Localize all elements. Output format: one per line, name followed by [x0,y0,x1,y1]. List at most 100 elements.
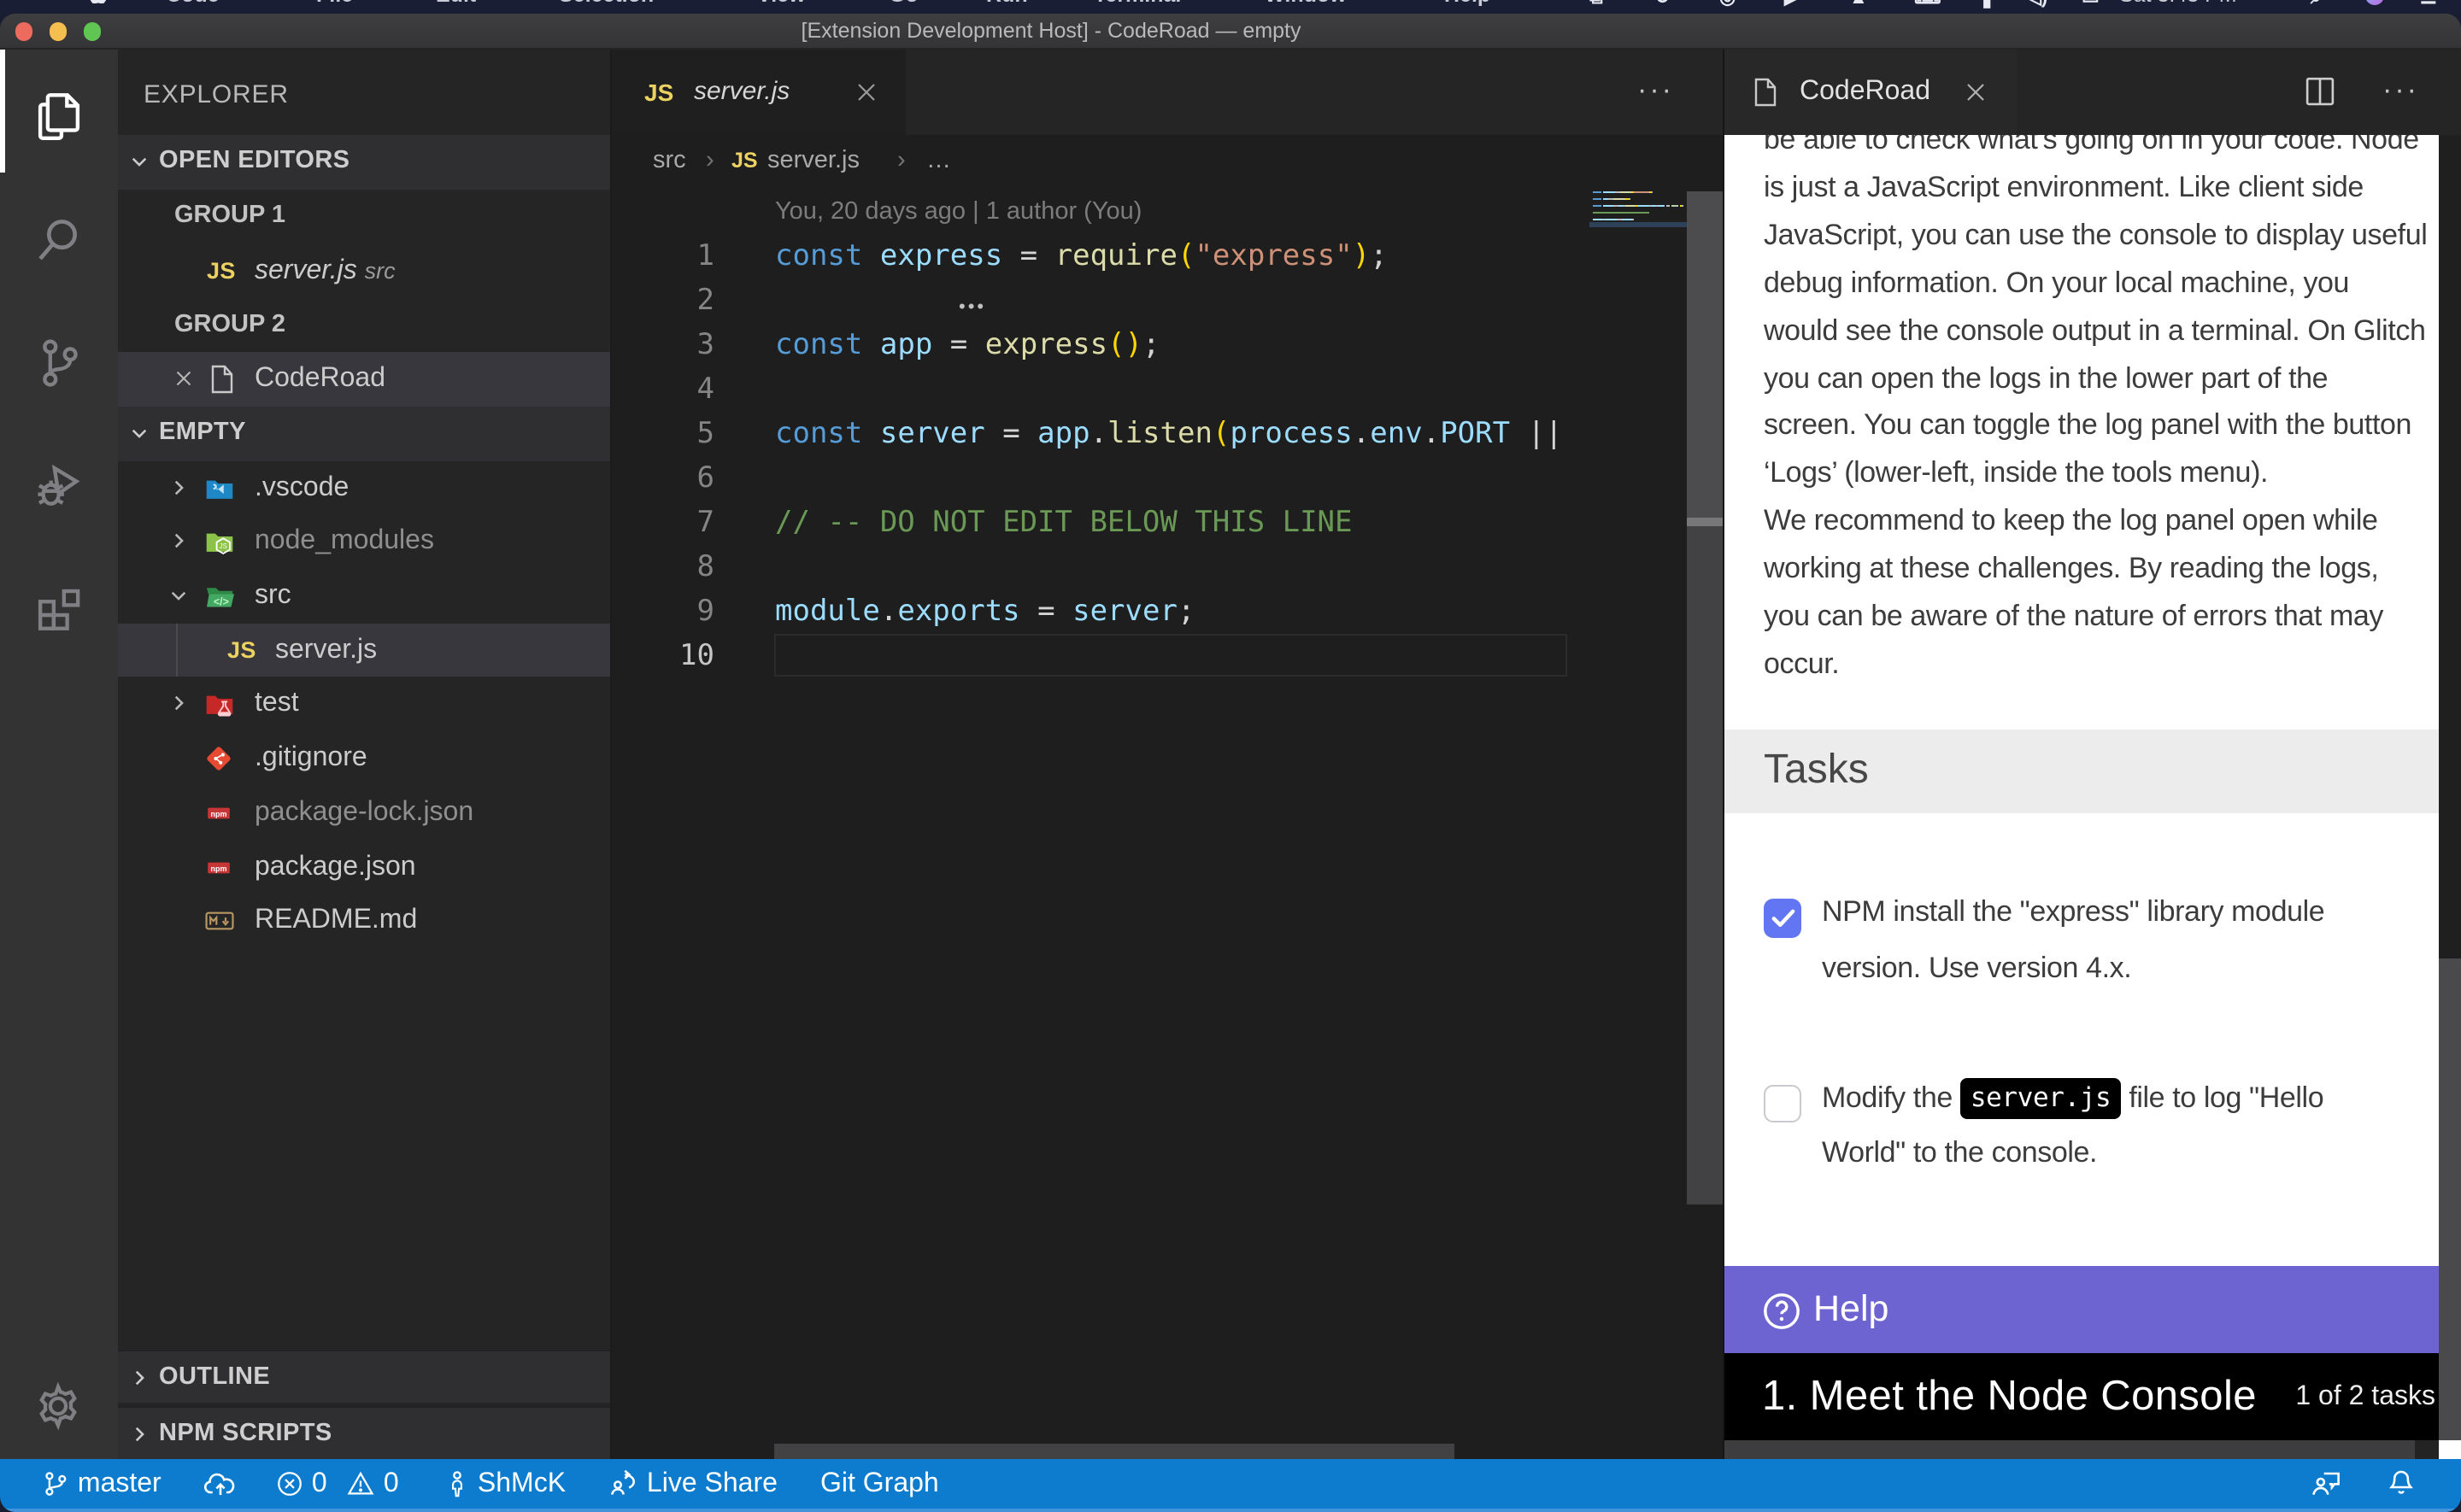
breadcrumb-folder[interactable]: src [653,135,686,188]
split-editor-button[interactable] [2302,73,2338,118]
spotlight-icon[interactable]: ⌕ [2311,0,2321,14]
refresh-circle-icon[interactable]: ↻ [1654,0,1670,14]
tree-item-package-json[interactable]: npmpackage.json [118,840,610,894]
traffic-zoom-button[interactable] [83,22,101,40]
close-editor-icon[interactable] [171,366,198,393]
tab-coderoad[interactable]: CodeRoad [1724,50,2016,135]
scroll-thumb-top[interactable] [1687,190,1722,518]
minimap[interactable] [1589,188,1687,1459]
traffic-close-button[interactable] [15,22,32,40]
task-checkbox-unchecked[interactable] [1763,1084,1801,1122]
webview-vertical-scrollbar[interactable] [2439,135,2461,1440]
activity-item-settings[interactable] [0,1345,118,1468]
line-number: 5 [646,412,714,456]
activity-item-explorer[interactable] [0,55,118,178]
src-folder-icon: </> [205,583,236,610]
section-header-npm-scripts[interactable]: NPM SCRIPTS [118,1405,610,1459]
menu-item-window[interactable]: Window [1265,0,1347,10]
status-item-bell[interactable] [2386,1459,2417,1509]
volume-icon[interactable]: ◁) [2027,0,2047,14]
play-icon[interactable]: ▶ [1784,0,1799,14]
tab-close-icon[interactable] [1962,79,1989,106]
control-center-icon[interactable]: ☰ [2420,0,2437,14]
dictation-icon[interactable]: ❚ [1979,0,1994,14]
webview-horizontal-scrollbar[interactable] [1724,1440,2439,1459]
status-item-0[interactable]: 0 [345,1459,399,1509]
activity-item-search[interactable] [0,178,118,301]
menu-item-go[interactable]: Go [889,0,919,10]
svg-text:</>: </> [214,595,229,607]
section-header-empty[interactable]: EMPTY [118,407,610,460]
code-area[interactable]: You, 20 days ago | 1 author (You)1const … [612,188,1724,1459]
tree-item-server-js[interactable]: JSserver.js [118,623,610,677]
window-stack-icon[interactable]: ⧉ [1589,0,1603,14]
record-circle-icon[interactable]: ◎ [1719,0,1736,14]
keyboard-icon[interactable]: ⌨ [1914,0,1941,14]
tree-item-node-modules[interactable]: JSnode_modules [118,515,610,569]
lesson-bar[interactable]: 1. Meet the Node Console 1 of 2 tasks [1724,1353,2461,1440]
webview-horizontal-scrollbar-thumb[interactable] [1724,1440,2415,1459]
menu-item-view[interactable]: View [757,0,806,10]
siri-icon[interactable] [2365,0,2384,14]
open-editor-item-coderoad[interactable]: CodeRoad [118,352,610,406]
tab-server-js[interactable]: JSserver.js [612,50,905,135]
status-item-live-share[interactable]: Live Share [607,1459,778,1509]
breadcrumb-file[interactable]: server.js [767,135,860,188]
tree-item--gitignore[interactable]: .gitignore [118,731,610,785]
menu-item-file[interactable]: File [316,0,353,10]
panel-actions-more[interactable]: ··· [2382,50,2419,135]
git-branch-icon [41,1468,70,1497]
status-item-0[interactable]: 0 [275,1459,327,1509]
open-editor-item-server.js[interactable]: JSserver.js src [118,244,610,298]
lesson-paragraph-2: We recommend to keep the log panel open … [1764,498,2428,689]
section-header-open-editors[interactable]: OPEN EDITORS [118,136,610,190]
explorer-icon [29,87,89,147]
status-item-shmck[interactable]: ShMcK [444,1459,566,1509]
help-button[interactable]: Help [1724,1266,2461,1353]
status-item-git-graph[interactable]: Git Graph [820,1459,939,1509]
breadcrumbs[interactable]: src›JSserver.js›… [612,135,1724,188]
line-number: 9 [646,589,714,634]
tree-label: node_modules [255,515,434,569]
menu-item-selection[interactable]: Selection [559,0,654,10]
editor-horizontal-scrollbar[interactable] [773,1444,1454,1459]
webview-vertical-scrollbar-thumb[interactable] [2439,958,2460,1440]
status-item-master[interactable]: master [41,1459,162,1509]
status-item-feedback[interactable] [2309,1459,2343,1509]
battery-icon[interactable]: ▭ [2082,0,2100,14]
task-checkbox-checked[interactable] [1763,899,1801,937]
open-editors-group: GROUP 1 [118,190,610,243]
activity-item-run-debug[interactable] [0,424,118,547]
activity-item-source-control[interactable] [0,301,118,424]
tree-item-readme-md[interactable]: README.md [118,894,610,947]
tree-item--vscode[interactable]: .vscode [118,460,610,514]
activity-item-extensions[interactable] [0,547,118,670]
minimap-line [1592,197,1686,200]
chevron-right-icon [128,1422,150,1445]
code-line-5: 5const server = app.listen(process.env.P… [612,412,1581,456]
tree-item-test[interactable]: test [118,677,610,731]
scroll-track-lower[interactable] [1687,526,1722,1204]
breadcrumb-symbol[interactable]: … [926,135,951,188]
status-item-cloud-upload[interactable] [203,1459,238,1509]
menu-item-help[interactable]: Help [1444,0,1490,10]
editor-actions-more[interactable]: ··· [1637,50,1674,135]
editor-vertical-scrollbar[interactable] [1687,188,1722,1459]
menu-item-code[interactable]: Code [166,0,220,10]
status-label: ShMcK [478,1469,566,1498]
apple-menu[interactable] [89,0,108,10]
section-header-outline[interactable]: OUTLINE [118,1349,610,1403]
tree-item-src[interactable]: </>src [118,569,610,623]
menu-item-run[interactable]: Run [986,0,1028,10]
chevron-right-icon [167,693,190,715]
menu-item-terminal[interactable]: Terminal [1094,0,1181,10]
svg-text:npm: npm [211,864,227,872]
airplay-icon[interactable]: ▲ [1849,0,1868,14]
title-bar[interactable]: [Extension Development Host] - CodeRoad … [0,14,2461,50]
tree-label: .vscode [255,460,349,514]
menu-clock[interactable]: Sat 3:43 PM [2119,0,2237,10]
tab-close-icon[interactable] [853,79,880,106]
traffic-minimize-button[interactable] [49,22,67,40]
menu-item-edit[interactable]: Edit [436,0,476,10]
tree-item-package-lock-json[interactable]: npmpackage-lock.json [118,786,610,840]
